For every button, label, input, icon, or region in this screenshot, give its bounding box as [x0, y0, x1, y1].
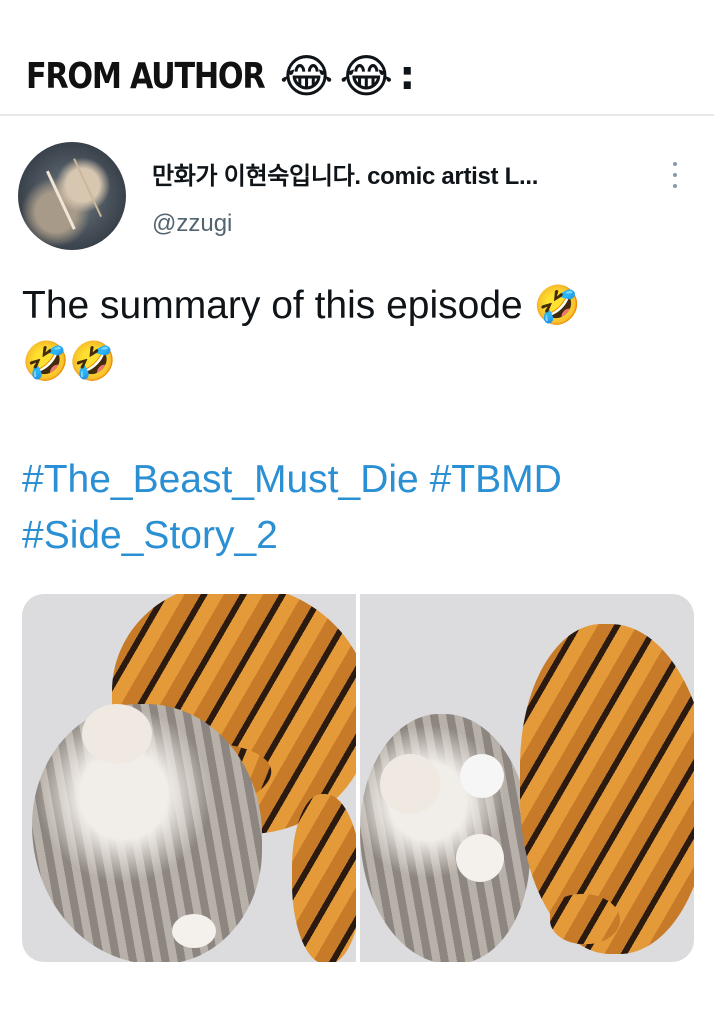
- avatar-artwork: [45, 158, 103, 230]
- cat-paw-image: [456, 834, 504, 882]
- tiger-leg-image: [292, 794, 356, 962]
- media-panel-left[interactable]: [22, 594, 356, 962]
- cat-face-image: [82, 704, 152, 764]
- cat-paw-image: [172, 914, 216, 948]
- more-vertical-icon: [673, 184, 677, 188]
- hashtag-list: #The_Beast_Must_Die #TBMD #Side_Story_2: [22, 452, 682, 564]
- user-handle[interactable]: @zzugi: [152, 210, 232, 238]
- avatar[interactable]: [18, 142, 126, 250]
- hashtag-link[interactable]: #TBMD: [430, 458, 562, 501]
- laughing-emoji-icon: 😂: [279, 50, 334, 102]
- divider: [0, 114, 714, 116]
- more-options-button[interactable]: [664, 158, 686, 192]
- caption-colon: :: [399, 53, 416, 99]
- cat-face-image: [380, 754, 440, 814]
- hashtag-link[interactable]: #The_Beast_Must_Die: [22, 458, 419, 501]
- laughing-emoji-icon: 😂: [339, 50, 394, 102]
- rofl-emoji-icon: 🤣: [69, 341, 117, 383]
- author-caption: FROM AUTHOR 😂 😂 :: [26, 46, 415, 106]
- hashtag-link[interactable]: #Side_Story_2: [22, 514, 278, 557]
- tweet-media[interactable]: [22, 594, 694, 962]
- more-vertical-icon: [673, 173, 677, 177]
- media-panel-right[interactable]: [360, 594, 694, 962]
- tweet-body: The summary of this episode: [22, 284, 523, 327]
- more-vertical-icon: [673, 162, 677, 166]
- rofl-emoji-icon: 🤣: [533, 285, 581, 327]
- caption-text: FROM AUTHOR: [26, 55, 266, 97]
- tiger-paw-image: [460, 754, 504, 798]
- rofl-emoji-icon: 🤣: [22, 341, 70, 383]
- display-name[interactable]: 만화가 이현숙입니다. comic artist L...: [152, 156, 538, 191]
- tweet-text: The summary of this episode 🤣 🤣🤣: [22, 278, 682, 390]
- cat-image: [360, 714, 530, 962]
- tiger-paw-image: [550, 894, 620, 944]
